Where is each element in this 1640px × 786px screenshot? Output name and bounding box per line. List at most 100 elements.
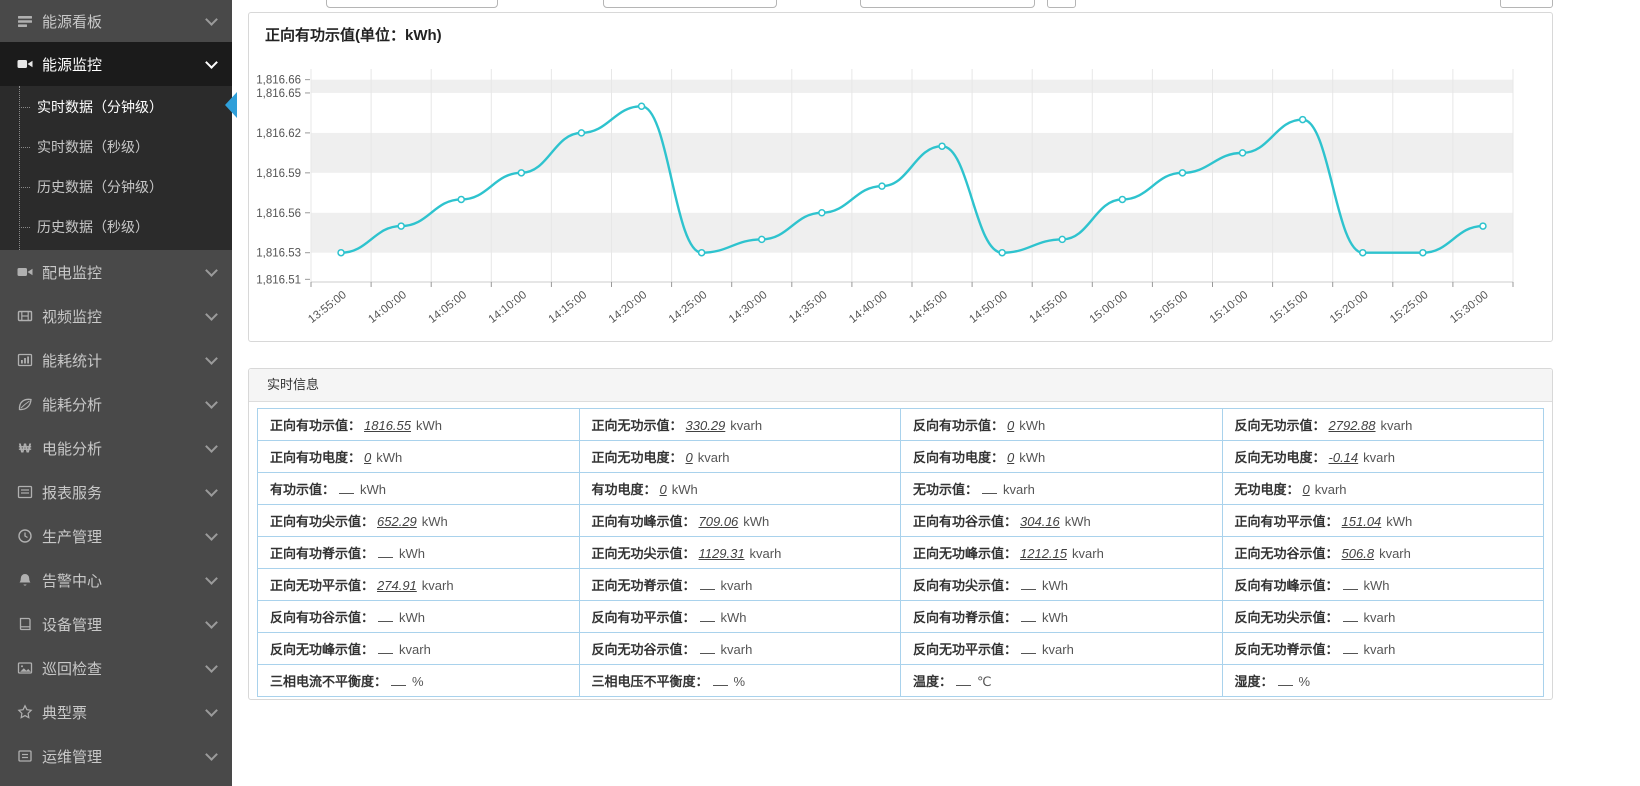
cell-value: -0.14	[1329, 450, 1359, 465]
table-row: 有功示值： kWh 有功电度：0kWh 无功示值： kvarh无功电度：0kvarh	[258, 473, 1544, 505]
cell-label: 无功电度：	[1235, 482, 1300, 497]
table-cell: 反向无功尖示值：kvarh	[1222, 601, 1544, 633]
table-cell: 三相电流不平衡度：%	[258, 665, 580, 697]
cell-value: 304.16	[1020, 514, 1060, 529]
table-cell: 有功示值： kWh	[258, 473, 580, 505]
tools-icon	[17, 748, 33, 764]
table-row: 正向有功尖示值：652.29kWh正向有功峰示值：709.06kWh正向有功谷示…	[258, 505, 1544, 537]
chevron-down-icon	[205, 748, 218, 761]
cell-blank-value	[1021, 641, 1036, 654]
sidebar: 能源看板能源监控实时数据（分钟级）实时数据（秒级）历史数据（分钟级）历史数据（秒…	[0, 0, 232, 786]
cell-label: 反向有功谷示值：	[270, 610, 374, 625]
sidebar-item[interactable]: 配电监控	[0, 250, 232, 294]
chevron-down-icon	[205, 616, 218, 629]
cell-value: 1212.15	[1020, 546, 1067, 561]
sidebar-item[interactable]: 能源监控	[0, 42, 232, 86]
sidebar-subitem[interactable]: 历史数据（秒级）	[0, 207, 232, 247]
table-cell: 正向无功脊示值：kvarh	[579, 569, 901, 601]
sidebar-item-label: 运维管理	[42, 746, 102, 767]
sidebar-item[interactable]: 典型票	[0, 690, 232, 734]
table-cell: 温度：℃	[901, 665, 1223, 697]
table-row: 正向有功示值：1816.55kWh正向无功示值：330.29kvarh反向有功示…	[258, 409, 1544, 441]
cell-unit: kvarh	[422, 578, 454, 593]
sidebar-item[interactable]: 能耗分析	[0, 382, 232, 426]
table-cell: 正向无功示值：330.29kvarh	[579, 409, 901, 441]
table-cell: 无功电度：0kvarh	[1222, 473, 1544, 505]
cell-label: 无功示值：	[913, 482, 978, 497]
svg-text:14:45:00: 14:45:00	[907, 289, 950, 326]
query-button[interactable]	[1047, 0, 1076, 8]
cell-unit: kWh	[1042, 578, 1068, 593]
cell-label: 正向无功脊示值：	[592, 578, 696, 593]
cell-value: 2792.88	[1329, 418, 1376, 433]
filter-input-2[interactable]	[603, 0, 777, 8]
active-menu-arrow-icon	[225, 92, 237, 118]
table-cell: 正向无功谷示值：506.8kvarh	[1222, 537, 1544, 569]
sidebar-item[interactable]: 视频监控	[0, 294, 232, 338]
svg-text:14:55:00: 14:55:00	[1027, 289, 1070, 326]
svg-text:14:10:00: 14:10:00	[487, 289, 530, 326]
cell-value: 0	[364, 450, 371, 465]
table-cell: 正向无功电度：0kvarh	[579, 441, 901, 473]
video-camera-icon	[17, 264, 33, 280]
filter-input-1[interactable]	[326, 0, 498, 8]
cell-blank-value	[982, 481, 997, 494]
cell-value: 1129.31	[699, 546, 745, 561]
cell-unit: ℃	[977, 674, 992, 689]
cell-value: 506.8	[1342, 546, 1375, 561]
svg-text:14:00:00: 14:00:00	[366, 289, 409, 326]
cell-label: 反向无功电度：	[1235, 450, 1326, 465]
cell-value: 274.91	[377, 578, 417, 593]
sidebar-item[interactable]: 报表服务	[0, 470, 232, 514]
sidebar-item[interactable]: 设备管理	[0, 602, 232, 646]
cell-label: 正向无功电度：	[592, 450, 683, 465]
star-icon	[17, 704, 33, 720]
sidebar-subitem[interactable]: 历史数据（分钟级）	[0, 167, 232, 207]
chevron-down-icon	[205, 440, 218, 453]
cell-blank-value	[700, 641, 715, 654]
cell-unit: kWh	[721, 610, 747, 625]
table-cell: 正向有功电度：0kWh	[258, 441, 580, 473]
svg-text:15:00:00: 15:00:00	[1088, 289, 1131, 326]
leaf-icon	[17, 396, 33, 412]
sidebar-item[interactable]: 告警中心	[0, 558, 232, 602]
cell-label: 有功示值：	[270, 482, 335, 497]
svg-text:1,816.51: 1,816.51	[256, 274, 301, 286]
sidebar-item-label: 能源看板	[42, 11, 102, 32]
cell-unit: kWh	[1386, 514, 1412, 529]
cell-value: 0	[686, 450, 693, 465]
svg-text:15:20:00: 15:20:00	[1328, 289, 1371, 326]
table-cell: 反向有功示值：0kWh	[901, 409, 1223, 441]
table-cell: 反向有功平示值：kWh	[579, 601, 901, 633]
table-cell: 正向有功谷示值：304.16kWh	[901, 505, 1223, 537]
sidebar-item[interactable]: 生产管理	[0, 514, 232, 558]
cell-unit: kvarh	[730, 418, 762, 433]
cell-unit: kWh	[1019, 418, 1045, 433]
cell-unit: kWh	[360, 482, 386, 497]
chevron-down-icon	[205, 396, 218, 409]
svg-text:14:30:00: 14:30:00	[727, 289, 770, 326]
cell-unit: kvarh	[1364, 642, 1396, 657]
sidebar-item[interactable]: 运维管理	[0, 734, 232, 778]
sidebar-item[interactable]: ₩电能分析	[0, 426, 232, 470]
table-cell: 反向无功谷示值：kvarh	[579, 633, 901, 665]
cell-value: 151.04	[1342, 514, 1382, 529]
cell-label: 反向有功峰示值：	[1235, 578, 1339, 593]
sidebar-item[interactable]: 能耗统计	[0, 338, 232, 382]
chart-panel: 正向有功示值(单位：kWh) 1,816.661,816.651,816.621…	[248, 12, 1553, 342]
svg-text:1,816.53: 1,816.53	[256, 248, 301, 260]
sidebar-item[interactable]: 能源看板	[0, 0, 232, 42]
cell-blank-value	[700, 609, 715, 622]
sidebar-item[interactable]: 巡回检查	[0, 646, 232, 690]
cell-unit: kWh	[376, 450, 402, 465]
sidebar-subitem[interactable]: 实时数据（分钟级）	[0, 87, 232, 127]
cell-unit: kvarh	[1315, 482, 1347, 497]
cell-label: 三相电流不平衡度：	[270, 674, 387, 689]
cell-unit: kWh	[1042, 610, 1068, 625]
table-cell: 有功电度：0kWh	[579, 473, 901, 505]
sidebar-subitem[interactable]: 实时数据（秒级）	[0, 127, 232, 167]
cell-blank-value	[1343, 609, 1358, 622]
table-cell: 反向有功谷示值：kWh	[258, 601, 580, 633]
filter-input-3[interactable]	[860, 0, 1035, 8]
top-right-button[interactable]	[1500, 0, 1553, 8]
